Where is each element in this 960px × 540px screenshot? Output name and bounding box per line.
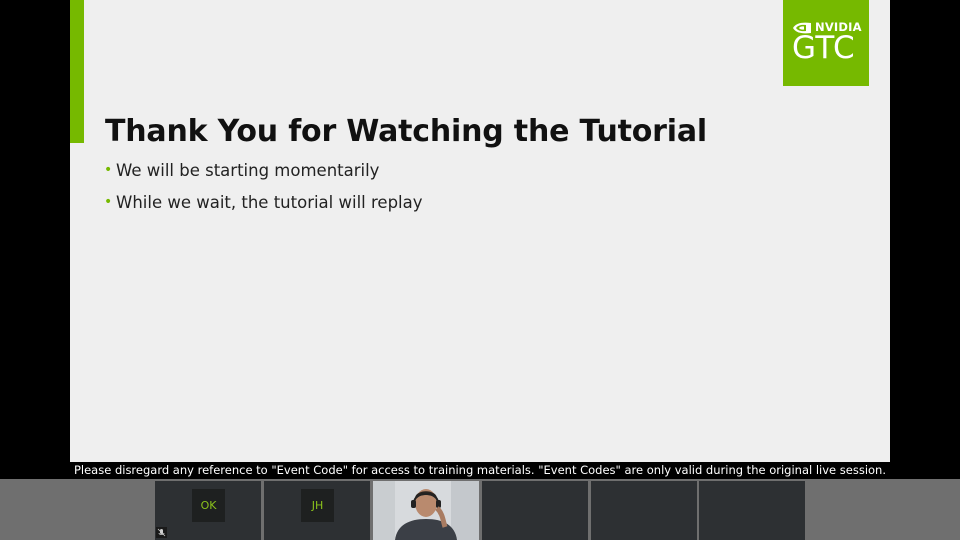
caption-banner: Please disregard any reference to "Event… (73, 463, 887, 477)
participant-tile-empty (699, 481, 805, 540)
participant-tile[interactable]: JH (264, 481, 370, 540)
slide-accent-bar (70, 0, 84, 143)
mic-muted-icon[interactable] (156, 527, 167, 538)
bullet-dot-icon: • (104, 194, 113, 210)
nvidia-gtc-logo: NVIDIA GTC (783, 0, 869, 86)
participant-video-feed (373, 481, 479, 540)
participant-strip: OK JH (0, 479, 960, 540)
slide-title: Thank You for Watching the Tutorial (105, 114, 707, 149)
slide-bullet-list: • We will be starting momentarily • Whil… (104, 158, 423, 222)
gtc-wordmark: GTC (792, 30, 856, 66)
participant-avatar: JH (301, 489, 334, 522)
slide-bullet: • While we wait, the tutorial will repla… (104, 190, 423, 214)
participant-video-tile[interactable] (373, 481, 479, 540)
participant-tile[interactable]: OK (155, 481, 261, 540)
mic-glyph-icon (157, 528, 166, 537)
slide-bullet: • We will be starting momentarily (104, 158, 423, 182)
bullet-dot-icon: • (104, 162, 113, 178)
video-player: NVIDIA GTC Thank You for Watching the Tu… (0, 0, 960, 540)
participant-tile-empty (482, 481, 588, 540)
slide-bullet-text: We will be starting momentarily (116, 160, 380, 180)
presentation-slide: NVIDIA GTC Thank You for Watching the Tu… (70, 0, 890, 462)
participant-avatar: OK (192, 489, 225, 522)
slide-bullet-text: While we wait, the tutorial will replay (116, 192, 423, 212)
participant-tile-empty (591, 481, 697, 540)
